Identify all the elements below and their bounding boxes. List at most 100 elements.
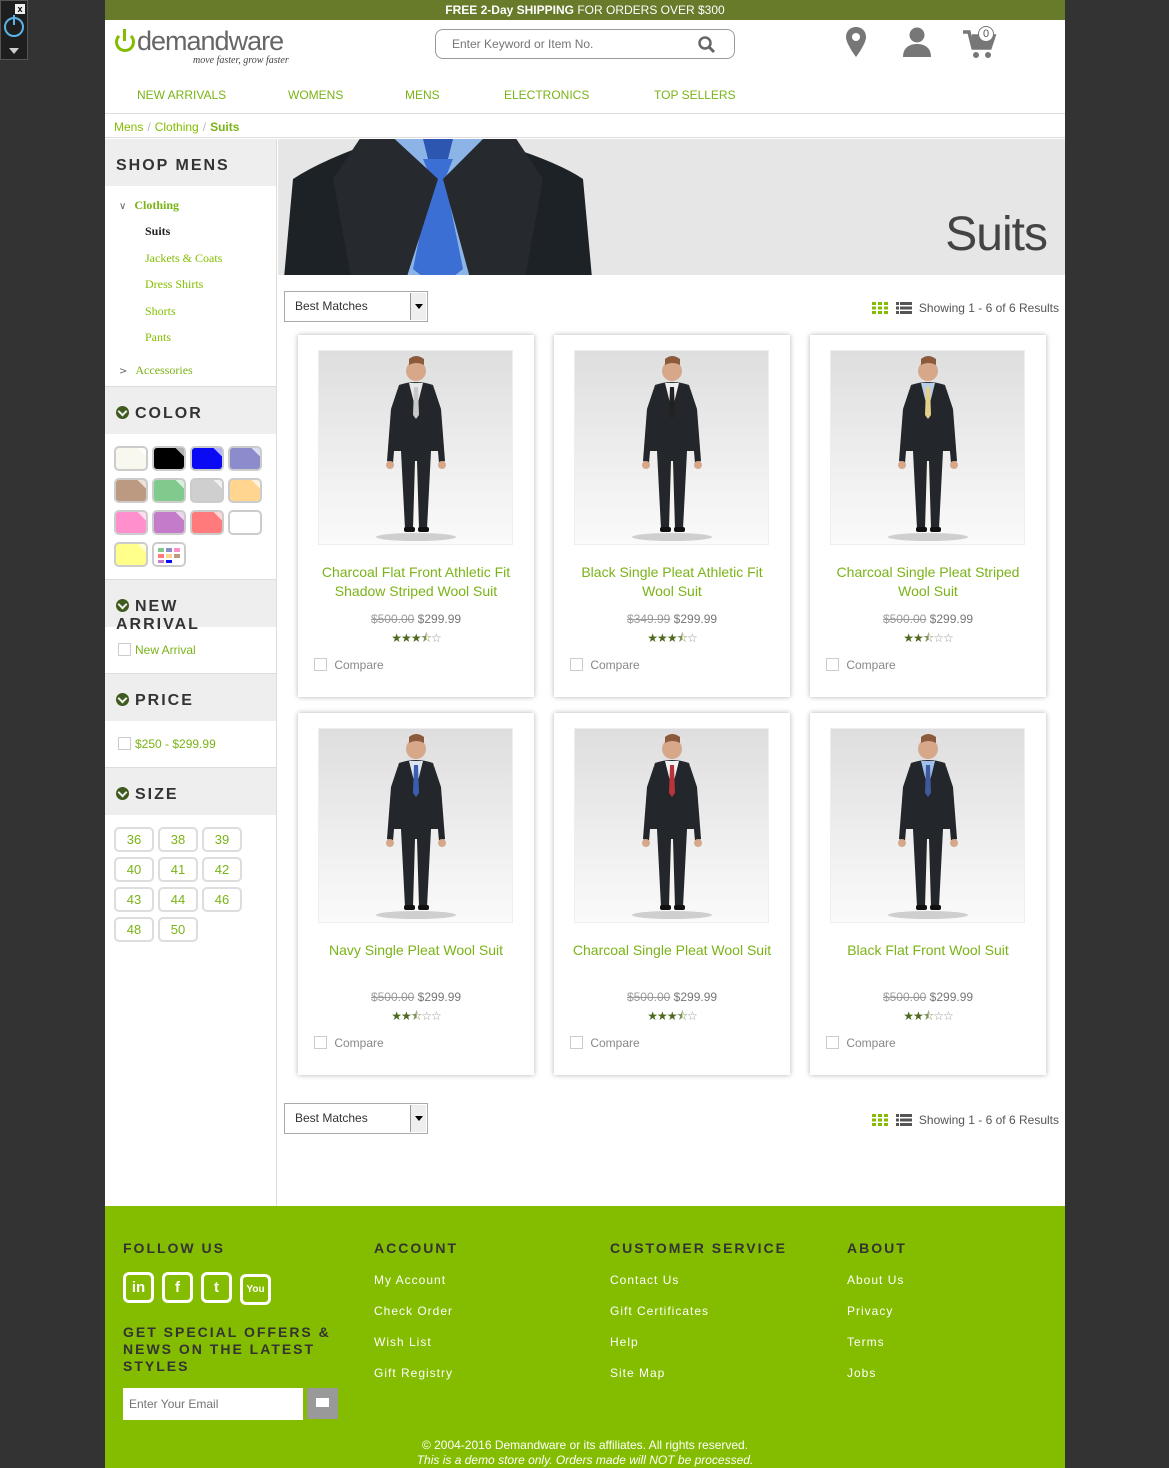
nav-electronics[interactable]: ELECTRONICS: [504, 88, 589, 102]
checkbox[interactable]: [118, 737, 131, 750]
link-help[interactable]: Help: [610, 1335, 787, 1349]
product-name[interactable]: Charcoal Single Pleat Striped Wool Suit: [820, 563, 1036, 601]
sort-select-bottom[interactable]: Best Matches: [284, 1103, 428, 1134]
color-heading[interactable]: COLOR: [105, 387, 276, 434]
product-tile[interactable]: Charcoal Single Pleat Wool Suit $500.00 $…: [554, 713, 790, 1075]
store-locator-icon[interactable]: [845, 26, 867, 58]
category-accessories[interactable]: > Accessories: [105, 357, 276, 383]
checkbox[interactable]: [570, 1036, 583, 1049]
size-option[interactable]: 36: [114, 827, 154, 852]
compare-checkbox[interactable]: Compare: [314, 1036, 384, 1050]
size-option[interactable]: 39: [202, 827, 242, 852]
product-image[interactable]: [318, 350, 513, 545]
checkbox[interactable]: [314, 1036, 327, 1049]
nav-womens[interactable]: WOMENS: [288, 88, 343, 102]
link-site-map[interactable]: Site Map: [610, 1366, 787, 1380]
color-swatch[interactable]: [152, 510, 186, 535]
color-swatch[interactable]: [228, 510, 262, 535]
color-swatch[interactable]: [190, 478, 224, 503]
list-view-icon[interactable]: [895, 302, 912, 314]
search-icon[interactable]: [698, 36, 716, 54]
breadcrumb-clothing[interactable]: Clothing: [155, 120, 199, 134]
price-option[interactable]: $250 - $299.99: [105, 721, 276, 767]
link-privacy[interactable]: Privacy: [847, 1304, 907, 1318]
price-heading[interactable]: PRICE: [105, 674, 276, 721]
grid-view-icon[interactable]: [872, 1114, 889, 1126]
size-option[interactable]: 44: [158, 887, 198, 912]
breadcrumb-suits[interactable]: Suits: [210, 120, 239, 134]
link-my-account[interactable]: My Account: [374, 1273, 458, 1287]
subcategory-dress-shirts[interactable]: Dress Shirts: [105, 271, 276, 298]
size-option[interactable]: 50: [158, 917, 198, 942]
product-tile[interactable]: Black Single Pleat Athletic Fit Wool Sui…: [554, 335, 790, 697]
account-icon[interactable]: [902, 26, 932, 58]
color-swatch[interactable]: [114, 542, 148, 567]
product-image[interactable]: [574, 350, 769, 545]
category-clothing[interactable]: ∨ Clothing: [105, 192, 276, 218]
size-option[interactable]: 41: [158, 857, 198, 882]
link-check-order[interactable]: Check Order: [374, 1304, 458, 1318]
email-submit-button[interactable]: [307, 1388, 338, 1419]
facebook-icon[interactable]: f: [162, 1272, 193, 1303]
compare-checkbox[interactable]: Compare: [570, 658, 640, 672]
link-gift-registry[interactable]: Gift Registry: [374, 1366, 458, 1380]
product-name[interactable]: Black Single Pleat Athletic Fit Wool Sui…: [564, 563, 780, 601]
subcategory-pants[interactable]: Pants: [105, 324, 276, 351]
product-tile[interactable]: Charcoal Flat Front Athletic Fit Shadow …: [298, 335, 534, 697]
chevron-down-icon[interactable]: [9, 48, 19, 54]
size-heading[interactable]: SIZE: [105, 768, 276, 815]
size-option[interactable]: 38: [158, 827, 198, 852]
subcategory-shorts[interactable]: Shorts: [105, 298, 276, 325]
search-input[interactable]: [436, 30, 676, 58]
product-image[interactable]: [830, 728, 1025, 923]
link-gift-certificates[interactable]: Gift Certificates: [610, 1304, 787, 1318]
dev-toolbar-widget[interactable]: x: [0, 0, 28, 60]
linkedin-icon[interactable]: in: [123, 1272, 154, 1303]
checkbox[interactable]: [826, 1036, 839, 1049]
compare-checkbox[interactable]: Compare: [826, 1036, 896, 1050]
breadcrumb-mens[interactable]: Mens: [114, 120, 143, 134]
link-terms[interactable]: Terms: [847, 1335, 907, 1349]
product-name[interactable]: Navy Single Pleat Wool Suit: [308, 941, 524, 960]
product-image[interactable]: [318, 728, 513, 923]
compare-checkbox[interactable]: Compare: [570, 1036, 640, 1050]
size-option[interactable]: 43: [114, 887, 154, 912]
color-swatch[interactable]: [228, 478, 262, 503]
subcategory-suits[interactable]: Suits: [105, 218, 276, 245]
compare-checkbox[interactable]: Compare: [314, 658, 384, 672]
link-wish-list[interactable]: Wish List: [374, 1335, 458, 1349]
checkbox[interactable]: [570, 658, 583, 671]
checkbox[interactable]: [118, 643, 131, 656]
product-image[interactable]: [574, 728, 769, 923]
product-image[interactable]: [830, 350, 1025, 545]
color-swatch[interactable]: [152, 542, 186, 567]
size-option[interactable]: 48: [114, 917, 154, 942]
product-name[interactable]: Charcoal Flat Front Athletic Fit Shadow …: [308, 563, 524, 601]
product-name[interactable]: Charcoal Single Pleat Wool Suit: [564, 941, 780, 960]
link-contact-us[interactable]: Contact Us: [610, 1273, 787, 1287]
color-swatch[interactable]: [190, 510, 224, 535]
color-swatch[interactable]: [152, 478, 186, 503]
size-option[interactable]: 46: [202, 887, 242, 912]
new-arrival-heading[interactable]: NEW ARRIVAL: [105, 580, 276, 633]
sort-select[interactable]: Best Matches: [284, 291, 428, 322]
close-icon[interactable]: x: [15, 4, 25, 14]
checkbox[interactable]: [314, 658, 327, 671]
link-jobs[interactable]: Jobs: [847, 1366, 907, 1380]
subcategory-jackets-coats[interactable]: Jackets & Coats: [105, 245, 276, 272]
color-swatch[interactable]: [114, 446, 148, 471]
nav-top-sellers[interactable]: TOP SELLERS: [654, 88, 736, 102]
color-swatch[interactable]: [114, 510, 148, 535]
product-tile[interactable]: Black Flat Front Wool Suit $500.00 $299.9…: [810, 713, 1046, 1075]
product-name[interactable]: Black Flat Front Wool Suit: [820, 941, 1036, 960]
color-swatch[interactable]: [190, 446, 224, 471]
email-signup-input[interactable]: [123, 1388, 303, 1420]
color-swatch[interactable]: [114, 478, 148, 503]
grid-view-icon[interactable]: [872, 302, 889, 314]
twitter-icon[interactable]: t: [201, 1272, 232, 1303]
power-icon[interactable]: [4, 15, 24, 37]
size-option[interactable]: 42: [202, 857, 242, 882]
color-swatch[interactable]: [228, 446, 262, 471]
youtube-icon[interactable]: You: [240, 1274, 271, 1305]
list-view-icon[interactable]: [895, 1114, 912, 1126]
